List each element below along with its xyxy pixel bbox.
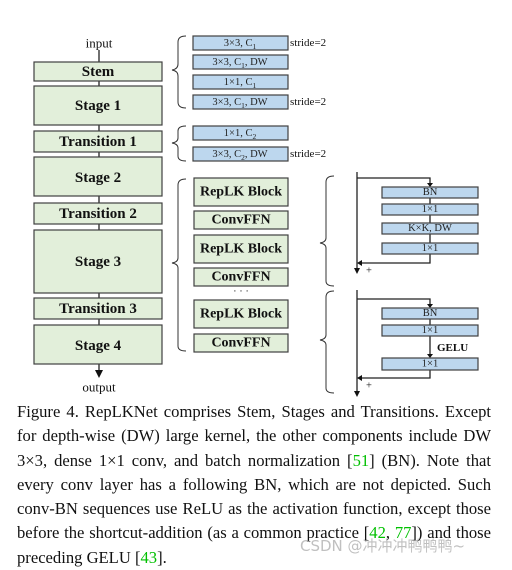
stage-detail-brace	[171, 178, 187, 352]
stem-layer-4: 3×3, C1, DW	[192, 94, 289, 110]
stride-note: stride=2	[290, 96, 326, 108]
replk-detail-brace	[319, 175, 335, 287]
transition3-label: Transition 3	[59, 301, 137, 317]
transition3-box: Transition 3	[33, 297, 163, 320]
replk-block-box: RepLK Block	[193, 177, 289, 207]
replk-1x1-layer: 1×1	[422, 243, 438, 254]
stage4-label: Stage 4	[75, 338, 122, 354]
stage4-box: Stage 4	[33, 324, 163, 365]
input-label: input	[86, 36, 113, 51]
convffn-1x1-layer: 1×1	[422, 325, 438, 336]
add-symbol: +	[366, 266, 372, 277]
transition-detail-brace	[171, 125, 187, 162]
convffn-bn-layer: BN	[423, 308, 438, 319]
stage2-box: Stage 2	[33, 156, 163, 197]
convffn-1x1-layer: 1×1	[422, 359, 438, 370]
add-symbol: +	[366, 381, 372, 392]
transition-layer-1: 1×1, C2	[192, 125, 289, 141]
convffn-detail-brace	[319, 290, 335, 394]
svg-text:RepLK Block: RepLK Block	[200, 307, 282, 322]
svg-text:ConvFFN: ConvFFN	[211, 336, 270, 351]
svg-text:RepLK Block: RepLK Block	[200, 242, 282, 257]
citation-link[interactable]: 51	[353, 451, 370, 470]
stem-detail-brace	[171, 35, 187, 109]
output-label: output	[82, 380, 116, 395]
svg-text:ConvFFN: ConvFFN	[211, 270, 270, 285]
stride-note: stride=2	[290, 148, 326, 160]
transition1-box: Transition 1	[33, 130, 163, 153]
convffn-box: ConvFFN	[193, 333, 289, 353]
replk-bn-layer: BN	[423, 187, 438, 198]
convffn-detail: BN 1×1 GELU 1×1 +	[354, 290, 479, 397]
replk-block-box: RepLK Block	[193, 234, 289, 264]
stage3-label: Stage 3	[75, 254, 121, 270]
transition1-label: Transition 1	[59, 134, 137, 150]
replk-kxk-dw-layer: K×K, DW	[408, 223, 452, 234]
watermark: CSDN @冲冲冲鸭鸭鸭~	[300, 537, 466, 555]
ellipsis: · · ·	[233, 287, 249, 298]
svg-text:ConvFFN: ConvFFN	[211, 213, 270, 228]
replk-block-detail: BN 1×1 K×K, DW 1×1 +	[354, 172, 479, 277]
transition-layer-2: 3×3, C2, DW	[192, 146, 289, 162]
convffn-box: ConvFFN	[193, 267, 289, 287]
stem-label: Stem	[82, 64, 115, 80]
stem-box: Stem	[33, 61, 163, 82]
transition2-box: Transition 2	[33, 202, 163, 225]
svg-text:RepLK Block: RepLK Block	[200, 185, 282, 200]
stage3-box: Stage 3	[33, 229, 163, 294]
transition2-label: Transition 2	[59, 206, 137, 222]
replk-1x1-layer: 1×1	[422, 204, 438, 215]
stage1-label: Stage 1	[75, 98, 121, 114]
stem-layer-1: 3×3, C1	[192, 35, 289, 51]
stage2-label: Stage 2	[75, 170, 121, 186]
replk-block-box: RepLK Block	[193, 299, 289, 329]
stride-note: stride=2	[290, 37, 326, 49]
stem-layer-2: 3×3, C1, DW	[192, 54, 289, 70]
replknet-architecture-diagram: input output Stem Stage 1 Transition 1 S…	[33, 35, 479, 397]
convffn-box: ConvFFN	[193, 210, 289, 230]
stage1-box: Stage 1	[33, 85, 163, 126]
gelu-label: GELU	[437, 342, 468, 354]
citation-link[interactable]: 43	[140, 548, 157, 567]
output-arrowhead	[95, 370, 103, 378]
stem-layer-3: 1×1, C1	[192, 74, 289, 90]
